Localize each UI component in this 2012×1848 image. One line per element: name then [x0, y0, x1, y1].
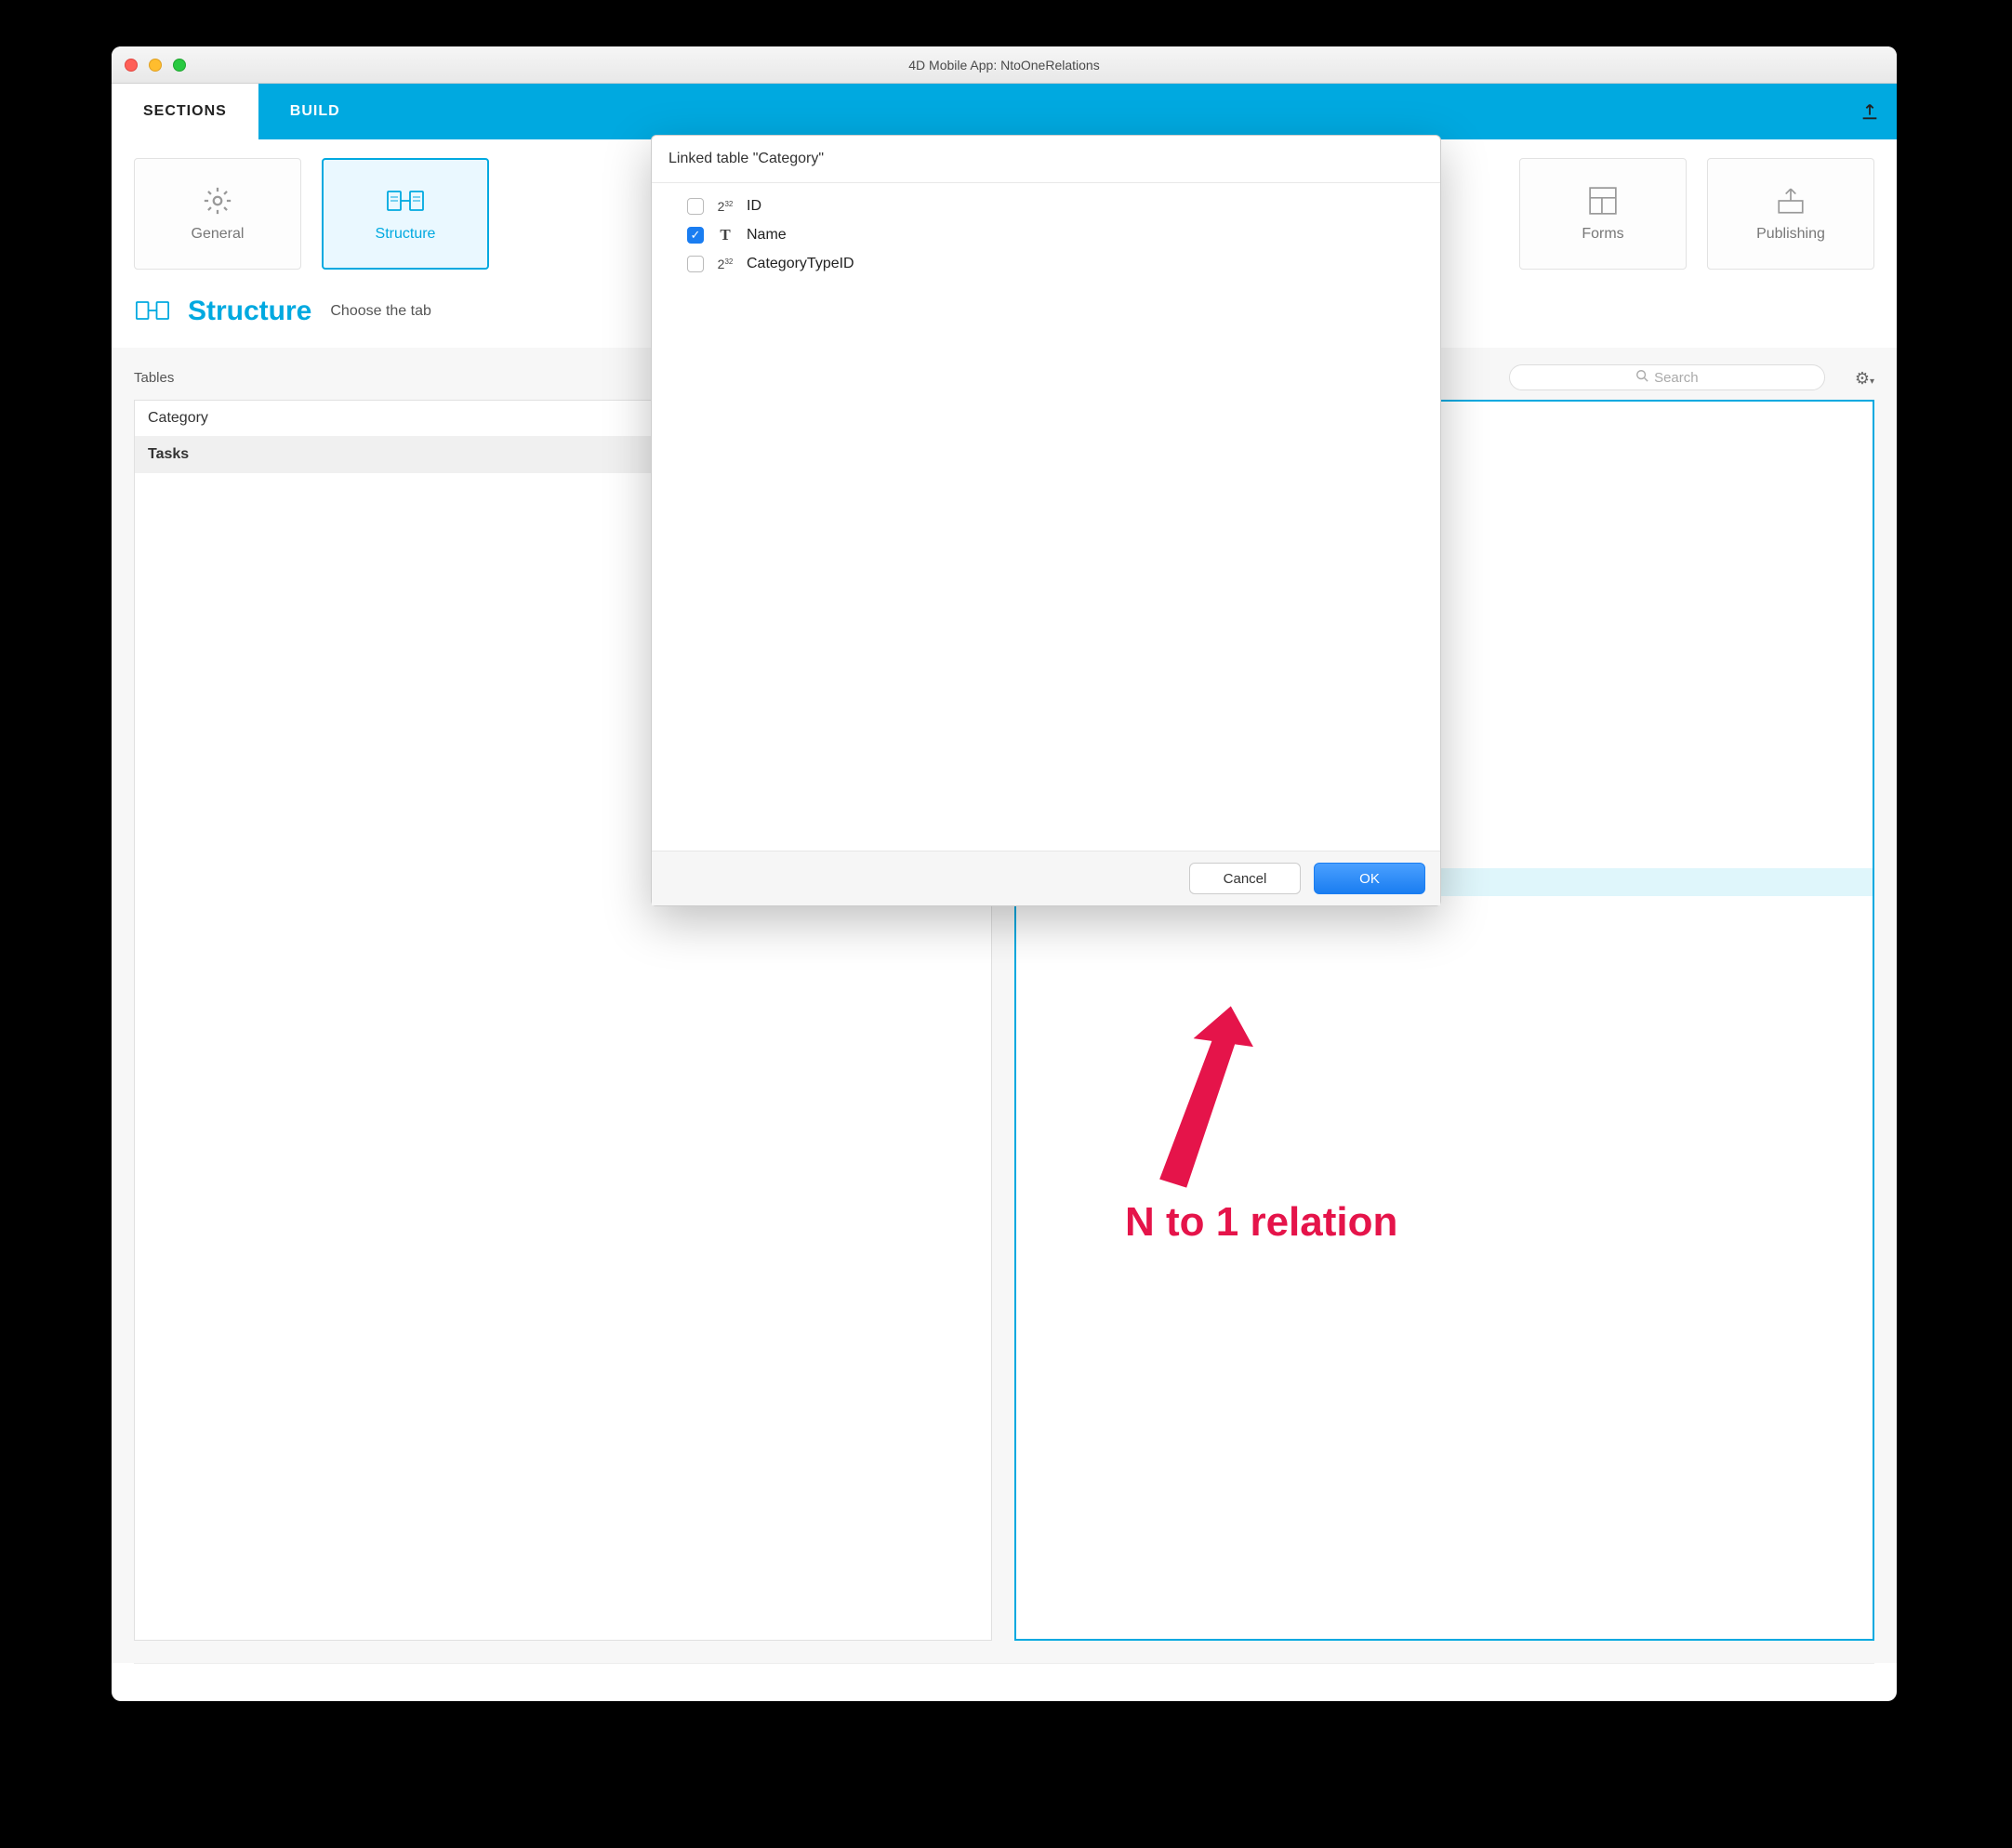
field-name: Name	[747, 227, 787, 244]
ok-button[interactable]: OK	[1314, 863, 1425, 894]
top-tabs: SECTIONS BUILD	[112, 84, 1897, 139]
card-label: Publishing	[1756, 226, 1825, 243]
app-window: 4D Mobile App: NtoOneRelations SECTIONS …	[112, 46, 1897, 1701]
text-type-icon: T	[715, 226, 735, 244]
search-icon	[1635, 369, 1648, 386]
tables-header: Tables	[134, 370, 174, 386]
titlebar: 4D Mobile App: NtoOneRelations	[112, 46, 1897, 84]
upload-icon[interactable]	[1860, 101, 1880, 122]
settings-gear-icon[interactable]: ⚙︎▾	[1855, 369, 1874, 389]
popover-field-row[interactable]: 232 CategoryTypeID	[674, 250, 1427, 278]
card-label: Structure	[376, 226, 436, 243]
int-type-icon: 232	[715, 199, 735, 214]
tab-build[interactable]: BUILD	[258, 84, 372, 139]
field-checkbox[interactable]	[687, 256, 704, 272]
section-description: Choose the tab	[330, 303, 431, 320]
linked-table-popover: Linked table "Category" 232 ID ✓ T Name …	[651, 135, 1441, 906]
field-checkbox[interactable]	[687, 198, 704, 215]
card-label: Forms	[1582, 226, 1623, 243]
card-general[interactable]: General	[134, 158, 301, 270]
field-name: ID	[747, 198, 761, 215]
field-name: CategoryTypeID	[747, 256, 854, 272]
popover-footer: Cancel OK	[652, 851, 1440, 905]
card-structure[interactable]: Structure	[322, 158, 489, 270]
popover-body: 232 ID ✓ T Name 232 CategoryTypeID	[652, 183, 1440, 851]
card-label: General	[192, 226, 245, 243]
int-type-icon: 232	[715, 257, 735, 271]
section-title: Structure	[188, 296, 311, 327]
search-placeholder: Search	[1654, 370, 1699, 386]
window-title: 4D Mobile App: NtoOneRelations	[112, 58, 1897, 73]
popover-field-row[interactable]: 232 ID	[674, 192, 1427, 220]
structure-header-icon	[136, 298, 169, 325]
search-input[interactable]: Search	[1509, 364, 1825, 390]
forms-icon	[1584, 185, 1622, 217]
field-checkbox[interactable]: ✓	[687, 227, 704, 244]
popover-field-row[interactable]: ✓ T Name	[674, 220, 1427, 250]
publishing-icon	[1772, 185, 1809, 217]
tab-sections[interactable]: SECTIONS	[112, 84, 258, 139]
structure-icon	[387, 185, 424, 217]
cancel-button[interactable]: Cancel	[1189, 863, 1301, 894]
annotation-text: N to 1 relation	[1125, 1199, 1397, 1246]
card-forms[interactable]: Forms	[1519, 158, 1687, 270]
gear-icon	[199, 185, 236, 217]
popover-title: Linked table "Category"	[652, 136, 1440, 183]
card-publishing[interactable]: Publishing	[1707, 158, 1874, 270]
